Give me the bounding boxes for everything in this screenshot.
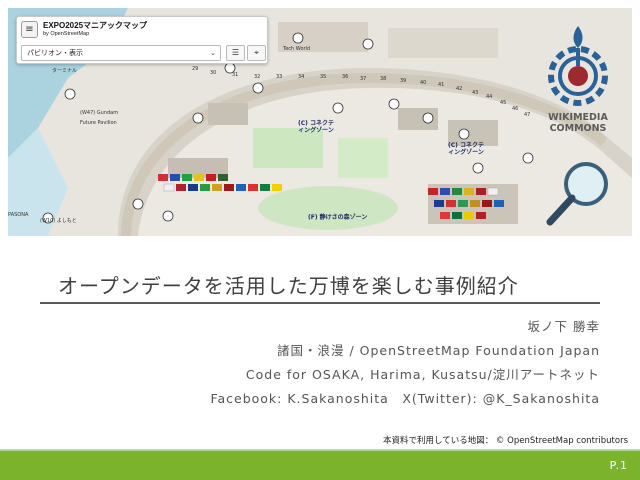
author-social: Facebook: K.Sakanoshita X(Twitter): @K_S…	[210, 391, 600, 406]
map-credit: 本資料で利用している地図： © OpenStreetMap contributo…	[382, 436, 628, 446]
author-communities: Code for OSAKA, Harima, Kusatsu/淀川アートネット	[245, 367, 600, 382]
map-label-future: Future Pavilion	[80, 120, 117, 126]
map-label-pasona: PASONA	[8, 212, 29, 218]
chevron-down-icon: ⌄	[210, 49, 216, 57]
ring-number: 42	[456, 86, 463, 92]
ring-number: 41	[438, 82, 445, 88]
map-label-w47: (W47) Gundam	[80, 110, 119, 116]
page-number: P.1	[609, 459, 628, 472]
ring-number: 43	[472, 90, 479, 96]
ring-number: 29	[192, 66, 199, 72]
map-label-w10: (W10) よしもと	[40, 218, 77, 224]
app-title: EXPO2025マニアックマップ	[43, 21, 148, 30]
author-name: 坂ノ下 勝幸	[527, 319, 600, 334]
map-control-panel: ≡ EXPO2025マニアックマップ by OpenStreetMap パビリオ…	[16, 16, 268, 64]
hamburger-menu-icon[interactable]: ≡	[21, 21, 38, 38]
ring-number: 39	[400, 78, 407, 84]
wordmark-line1: WIKIMEDIA	[548, 112, 608, 123]
map-label-terminal: ターミナル	[52, 68, 78, 74]
list-icon[interactable]: ☰	[226, 45, 245, 61]
zone-label-connecting-2: (C) コネクテ ィングゾーン	[448, 142, 484, 156]
app-subtitle: by OpenStreetMap	[43, 31, 90, 37]
zone-label-connecting: (C) コネクテ ィングゾーン	[298, 120, 334, 134]
ring-number: 46	[512, 106, 519, 112]
zone-label-forest: (F) 静けさの森ゾーン	[308, 214, 368, 221]
ring-number: 32	[254, 74, 261, 80]
ring-number: 36	[342, 74, 349, 80]
wordmark-line2: COMMONS	[549, 123, 607, 134]
ring-number: 35	[320, 74, 327, 80]
ring-number: 47	[524, 112, 531, 118]
footer-bar	[0, 451, 640, 480]
ring-number: 33	[276, 74, 283, 80]
ring-number: 44	[486, 94, 493, 100]
layer-select[interactable]: パビリオン・表示 ⌄	[21, 45, 221, 61]
ring-number: 40	[420, 80, 427, 86]
ring-number: 45	[500, 100, 507, 106]
ring-number: 30	[210, 70, 217, 76]
wikimedia-commons-logo	[548, 26, 608, 106]
title-divider	[40, 302, 600, 304]
ring-number: 31	[232, 72, 239, 78]
ring-number: 37	[360, 76, 367, 82]
author-organization: 諸国・浪漫 / OpenStreetMap Foundation Japan	[277, 343, 600, 358]
ring-number: 38	[380, 76, 387, 82]
magnifier-icon	[546, 162, 608, 226]
ring-number: 34	[298, 74, 305, 80]
layer-select-value: パビリオン・表示	[27, 49, 83, 57]
wikimedia-commons-wordmark: WIKIMEDIA COMMONS	[538, 112, 618, 134]
slide-title: オープンデータを活用した万博を楽しむ事例紹介	[58, 274, 519, 298]
map-label-world: Tech World	[283, 46, 311, 52]
location-icon[interactable]: ⌖	[247, 45, 266, 61]
